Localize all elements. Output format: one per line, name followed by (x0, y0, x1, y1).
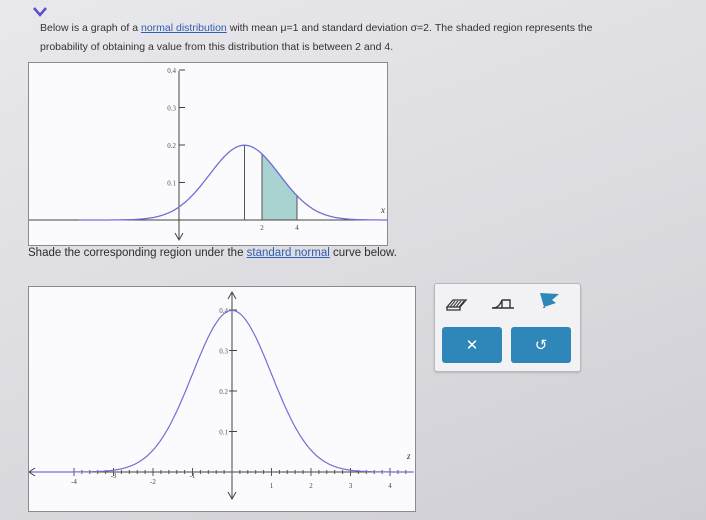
y-tick-label: 0.2 (167, 142, 176, 150)
flag-tool-icon[interactable] (537, 291, 561, 309)
z-tick-label: -3 (111, 472, 117, 480)
z-tick-label: -1 (190, 472, 196, 480)
z-tick-label: 2 (309, 482, 313, 490)
standard-normal-graph[interactable]: 0.4 0.3 0.2 0.1 -4 -3 -2 -1 1 2 3 4 z (28, 286, 416, 512)
graph-toolbox: ✕ ↺ (434, 283, 581, 372)
collapse-chevron-icon[interactable] (30, 4, 50, 20)
undo-button[interactable]: ↺ (511, 327, 571, 363)
y-tick-label: 0.1 (219, 429, 228, 437)
shade-instruction: Shade the corresponding region under the… (28, 247, 397, 259)
shaded-region (261, 152, 298, 221)
z-tick-label: 4 (388, 482, 392, 490)
z-tick-label: -4 (71, 478, 77, 486)
z-tick-label: 3 (349, 482, 353, 490)
z-tick-label: -2 (150, 478, 156, 486)
y-tick-label: 0.1 (167, 180, 176, 188)
instruction-text-a: Shade the corresponding region under the (28, 247, 247, 259)
statement-text-c: probability of obtaining a value from th… (40, 41, 394, 53)
problem-statement: Below is a graph of a normal distributio… (40, 19, 690, 57)
statement-text-a: Below is a graph of a (40, 22, 141, 34)
instruction-text-b: curve below. (329, 247, 397, 259)
normal-curve (78, 144, 411, 221)
standard-normal-link[interactable]: standard normal (247, 247, 330, 259)
clear-button[interactable]: ✕ (442, 327, 502, 363)
y-tick-label: 0.4 (167, 67, 176, 75)
x-tick-label: 2 (260, 224, 264, 232)
given-distribution-plot: 0.4 0.3 0.2 0.1 2 4 x (29, 67, 411, 242)
standard-normal-plot[interactable]: 0.40.30.20.1-4-3-2-11 2 3 4z (28, 287, 415, 511)
x-axis-label: x (380, 205, 385, 215)
statement-text-b: with mean μ=1 and standard deviation σ=2… (226, 22, 593, 34)
x-tick-label: 4 (295, 224, 299, 232)
y-tick-label: 0.3 (167, 105, 176, 113)
given-distribution-graph: 0.4 0.3 0.2 0.1 2 4 x (28, 62, 411, 246)
z-tick-label: 1 (270, 482, 274, 490)
z-axis-label: z (406, 451, 411, 461)
y-tick-label: 0.3 (219, 348, 228, 356)
y-tick-label: 0.2 (219, 388, 228, 396)
shade-region-tool-icon[interactable] (445, 295, 469, 313)
interval-tool-icon[interactable] (491, 294, 515, 312)
normal-distribution-link[interactable]: normal distribution (141, 22, 227, 34)
